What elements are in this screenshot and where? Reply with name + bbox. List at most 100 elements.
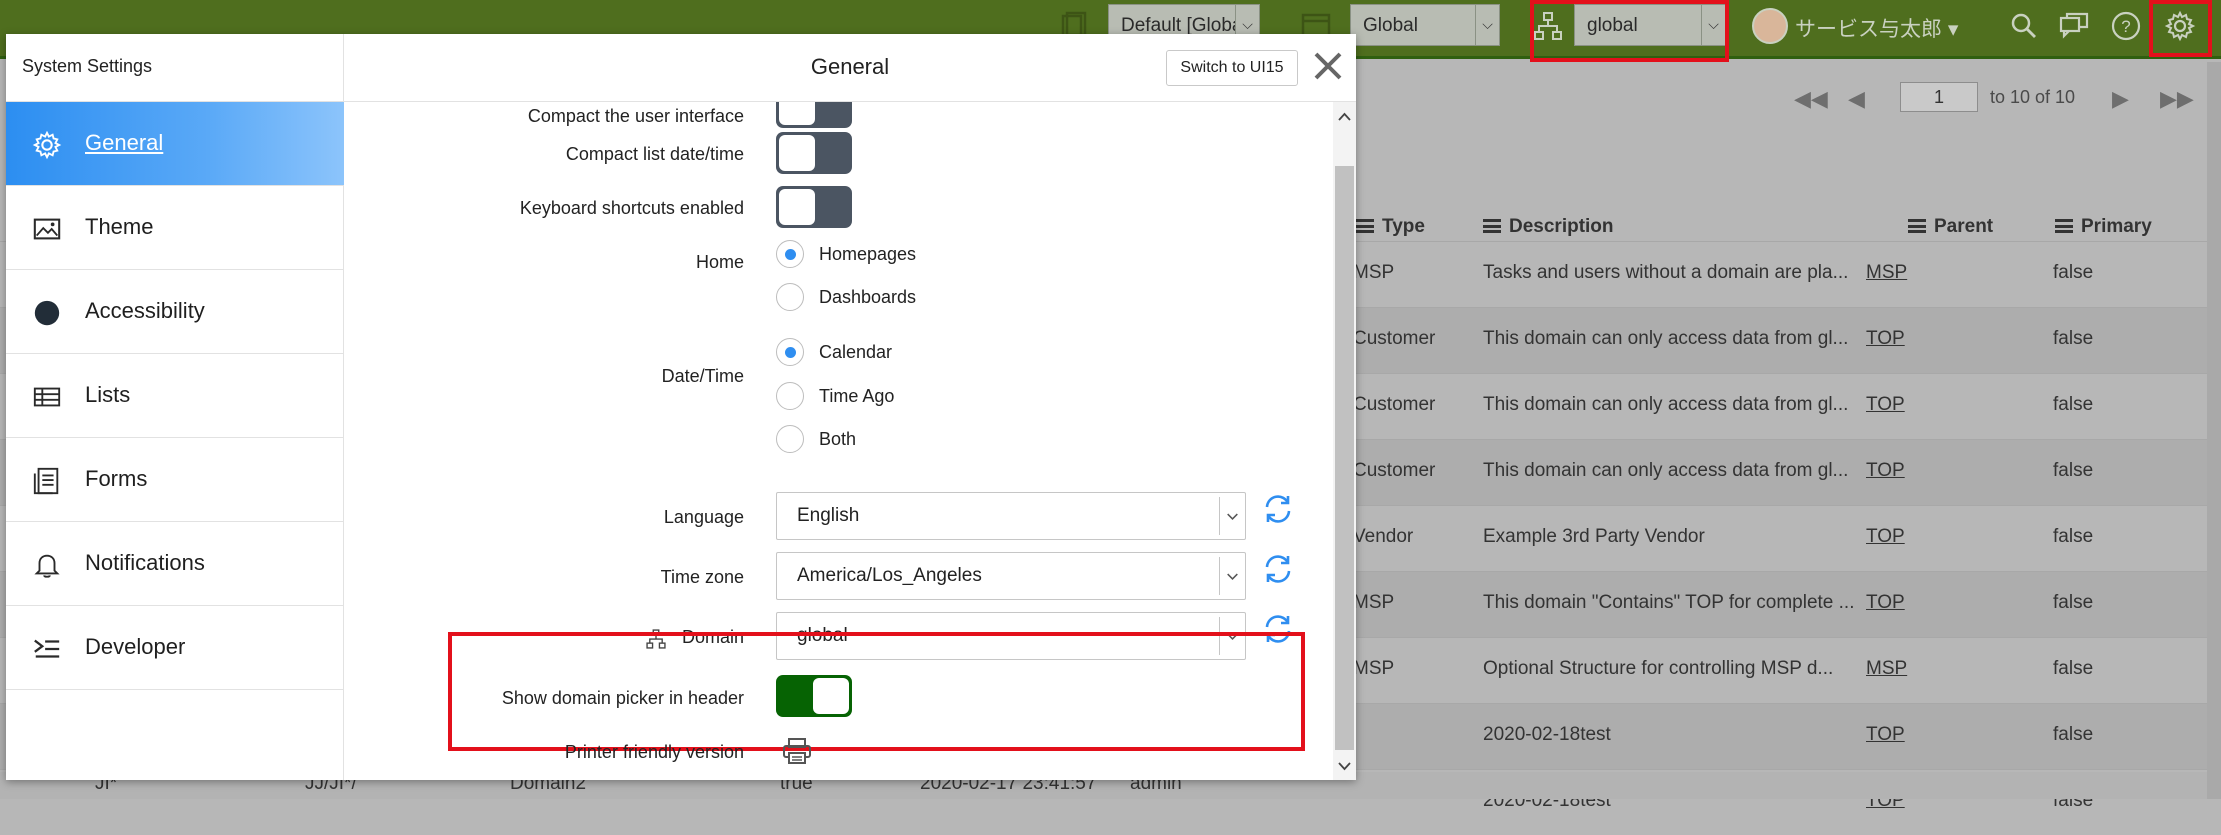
page-number-input[interactable] — [1900, 82, 1978, 112]
cell-description: This domain can only access data from gl… — [1483, 328, 1849, 349]
list-icon — [33, 387, 61, 407]
cell-type: MSP — [1353, 658, 1395, 679]
datetime-time-ago-radio[interactable] — [776, 382, 804, 410]
update-set-value: Global — [1363, 15, 1418, 36]
sidebar-header: System Settings — [6, 34, 344, 102]
datetime-label: Date/Time — [661, 366, 744, 386]
cell-parent-link[interactable]: MSP — [1866, 262, 1907, 284]
help-icon[interactable]: ? — [2110, 10, 2142, 42]
sidebar-title: System Settings — [22, 56, 153, 76]
image-icon — [33, 218, 61, 240]
keyboard-shortcuts-label: Keyboard shortcuts enabled — [519, 198, 744, 218]
compact-ui-toggle[interactable] — [776, 102, 852, 128]
column-menu-icon[interactable] — [1483, 219, 1501, 233]
compact-ui-label: Compact the user interface — [527, 106, 744, 126]
cell-description: This domain can only access data from gl… — [1483, 460, 1849, 481]
refresh-icon[interactable] — [1261, 492, 1295, 526]
sidebar-item-label: General — [85, 130, 164, 155]
search-icon[interactable] — [2008, 10, 2040, 42]
toggle-knob — [779, 102, 815, 125]
column-header-type[interactable]: Type — [1356, 216, 1425, 238]
sidebar-item-label: Forms — [85, 466, 148, 491]
close-icon[interactable] — [1310, 48, 1346, 84]
form-icon — [33, 467, 59, 495]
bell-icon — [34, 554, 60, 578]
page-range-text: to 10 of 10 — [1990, 87, 2076, 107]
sidebar-item-notifications[interactable]: Notifications — [6, 522, 344, 606]
last-page-icon[interactable]: ▶▶ — [2160, 86, 2194, 112]
column-label: Description — [1509, 216, 1614, 237]
domain-picker-highlight — [1530, 0, 1729, 62]
sidebar-item-developer[interactable]: Developer — [6, 606, 344, 690]
general-settings-panel: Compact the user interface Compact list … — [344, 102, 1356, 780]
language-select[interactable]: English — [776, 492, 1246, 540]
previous-page-icon[interactable]: ◀ — [1848, 86, 1865, 112]
scrollbar-thumb[interactable] — [1335, 166, 1354, 750]
sidebar-item-label: Theme — [85, 214, 154, 239]
update-set-select[interactable]: Global ⌵ — [1350, 4, 1500, 46]
cell-parent-link[interactable]: TOP — [1866, 328, 1905, 350]
toggle-knob — [779, 189, 815, 225]
radio-label: Homepages — [819, 244, 917, 264]
datetime-both-radio[interactable] — [776, 425, 804, 453]
home-label: Home — [695, 252, 744, 272]
user-menu[interactable]: サービス与太郎 ▾ — [1795, 13, 1958, 43]
cell-primary: false — [2053, 262, 2094, 283]
cell-parent-link[interactable]: TOP — [1866, 592, 1905, 614]
avatar[interactable] — [1752, 8, 1788, 44]
column-menu-icon[interactable] — [1356, 219, 1374, 233]
printer-icon[interactable] — [782, 737, 812, 765]
next-page-icon[interactable]: ▶ — [2112, 86, 2129, 112]
cell-parent-link[interactable]: TOP — [1866, 724, 1905, 746]
cell-primary: false — [2053, 658, 2094, 679]
sidebar-item-accessibility[interactable]: Accessibility — [6, 270, 344, 354]
cell-parent-link[interactable]: TOP — [1866, 394, 1905, 416]
cell-description: 2020-02-18test — [1483, 724, 1611, 745]
keyboard-shortcuts-toggle[interactable] — [776, 186, 852, 228]
settings-gear-highlight — [2149, 0, 2212, 57]
refresh-icon[interactable] — [1261, 552, 1295, 586]
cell-parent-link[interactable]: MSP — [1866, 658, 1907, 680]
settings-scrollbar[interactable] — [1333, 102, 1356, 780]
scroll-up-icon[interactable] — [1337, 110, 1352, 125]
cell-type: MSP — [1353, 592, 1395, 613]
cell-primary: false — [2053, 526, 2094, 547]
chevron-down-icon — [1219, 497, 1238, 535]
sidebar-item-label: Accessibility — [85, 298, 205, 323]
home-homepages-radio[interactable] — [776, 240, 804, 268]
column-header-parent[interactable]: Parent — [1908, 216, 1993, 238]
column-header-primary[interactable]: Primary — [2055, 216, 2152, 238]
compact-list-toggle[interactable] — [776, 132, 852, 174]
chevron-down-icon: ⌵ — [1475, 5, 1499, 45]
cell-parent-link[interactable]: TOP — [1866, 526, 1905, 548]
sidebar-item-lists[interactable]: Lists — [6, 354, 344, 438]
cell-primary: false — [2053, 460, 2094, 481]
column-header-description[interactable]: Description — [1483, 216, 1614, 238]
page-scrollbar[interactable] — [2207, 62, 2221, 799]
sidebar-item-general[interactable]: General — [6, 102, 344, 186]
radio-label: Time Ago — [819, 386, 895, 406]
circle-icon — [34, 300, 60, 326]
connect-chat-icon[interactable] — [2058, 10, 2090, 42]
first-page-icon[interactable]: ◀◀ — [1794, 86, 1828, 112]
timezone-label: Time zone — [660, 567, 744, 587]
sidebar-item-theme[interactable]: Theme — [6, 186, 344, 270]
sidebar-item-forms[interactable]: Forms — [6, 438, 344, 522]
cell-type: Vendor — [1353, 526, 1414, 547]
cell-description: Example 3rd Party Vendor — [1483, 526, 1705, 547]
switch-to-ui15-button[interactable]: Switch to UI15 — [1166, 50, 1298, 86]
column-menu-icon[interactable] — [1908, 219, 1926, 233]
toggle-knob — [779, 135, 815, 171]
column-label: Type — [1382, 216, 1425, 237]
printer-friendly-label: Printer friendly version — [564, 742, 744, 762]
settings-header: General Switch to UI15 — [344, 34, 1356, 102]
cell-primary: false — [2053, 394, 2094, 415]
cell-type: Customer — [1353, 394, 1436, 415]
cell-description: This domain can only access data from gl… — [1483, 394, 1849, 415]
home-dashboards-radio[interactable] — [776, 283, 804, 311]
cell-parent-link[interactable]: TOP — [1866, 460, 1905, 482]
column-menu-icon[interactable] — [2055, 219, 2073, 233]
datetime-calendar-radio[interactable] — [776, 338, 804, 366]
scroll-down-icon[interactable] — [1337, 758, 1352, 773]
timezone-select[interactable]: America/Los_Angeles — [776, 552, 1246, 600]
